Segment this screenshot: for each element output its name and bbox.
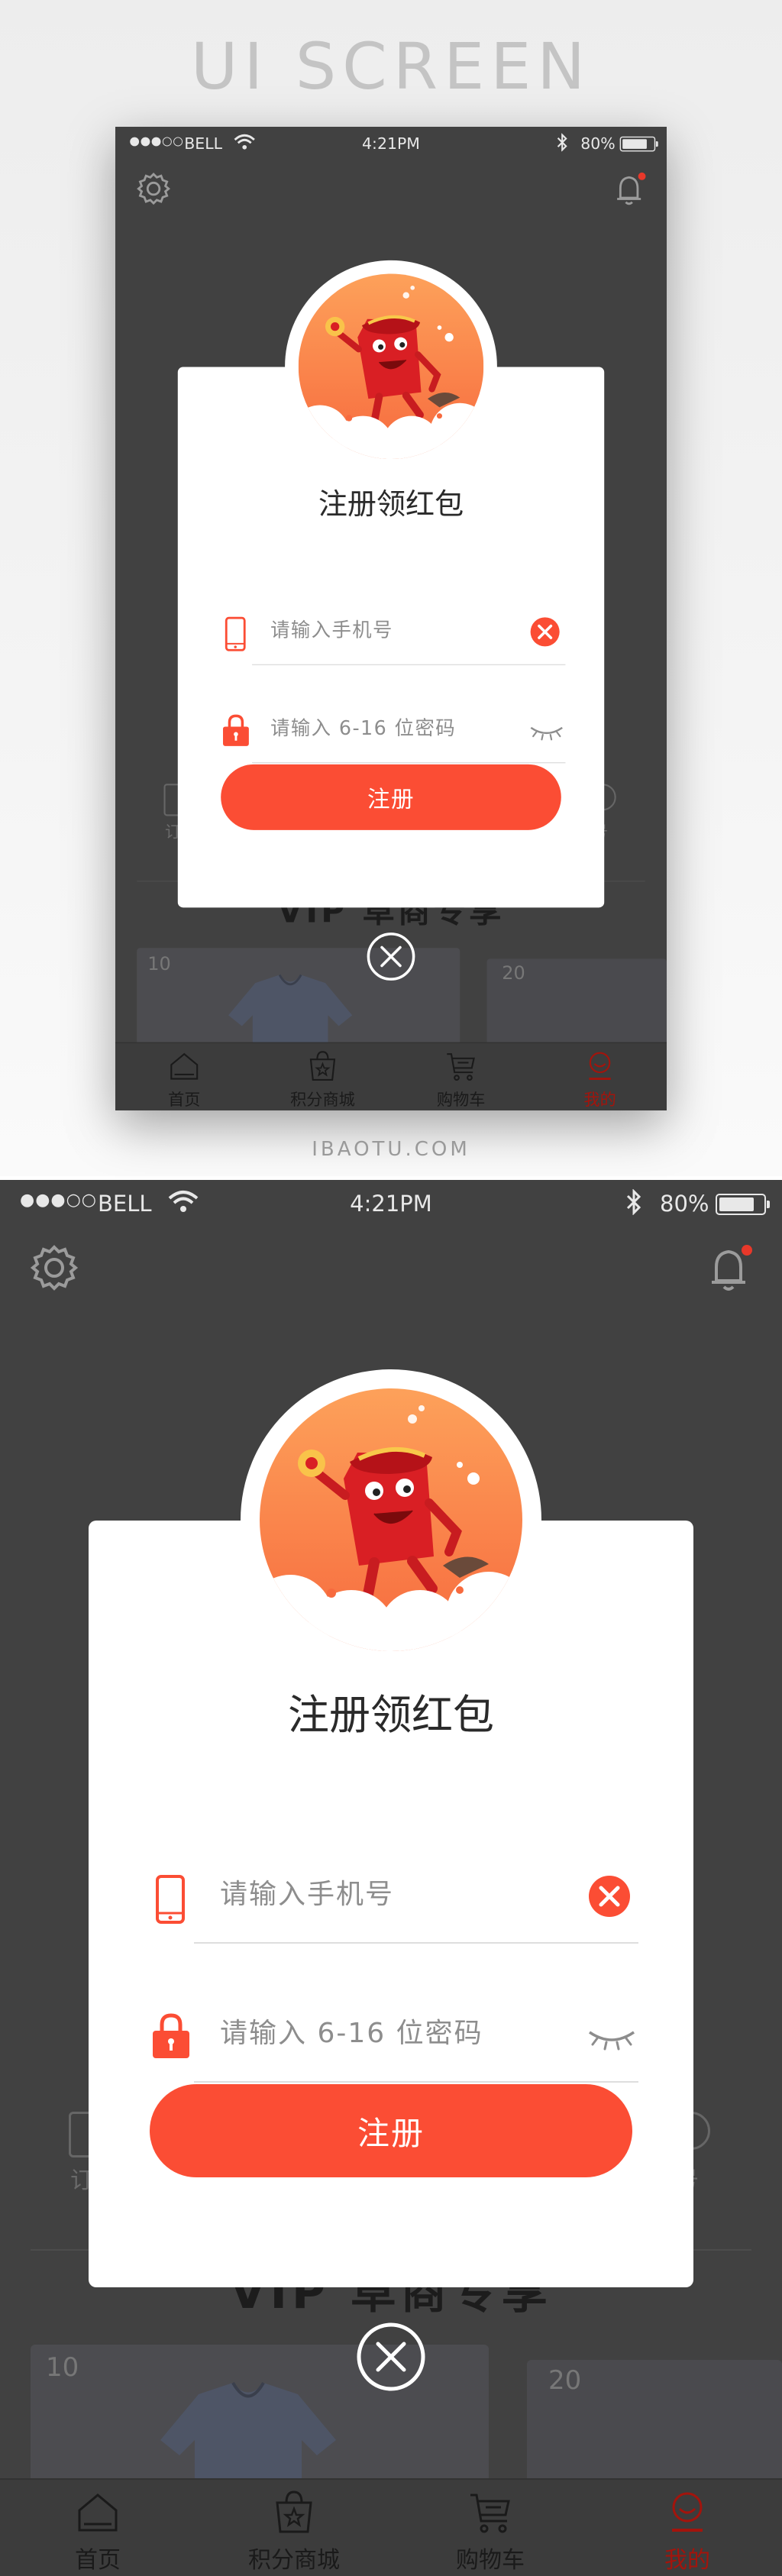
bell-icon bbox=[712, 1245, 752, 1291]
dialog-title: 注册领红包 bbox=[318, 486, 464, 522]
tab-home-label: 首页 bbox=[75, 2547, 121, 2574]
bluetooth-icon bbox=[556, 133, 569, 155]
app-screen-preview: ●●●○○ BELL 4:21PM 80% 订 VIP 草商专享 10 20 首… bbox=[115, 127, 667, 1110]
close-circle-icon[interactable] bbox=[355, 2321, 427, 2393]
phone-field-underline bbox=[194, 1942, 638, 1944]
status-bar: ●●●○○ BELL 4:21PM 80% bbox=[115, 127, 667, 159]
register-button[interactable]: 注册 bbox=[150, 2084, 632, 2177]
phone-field-underline bbox=[252, 664, 566, 666]
presentation-area: UI SCREEN ●●●○○ BELL 4:21PM 80% 订 VIP 草商… bbox=[0, 0, 782, 1176]
tab-home: 首页 bbox=[120, 1043, 249, 1110]
tab-bar: 首页 积分商城 购物车 我的 bbox=[115, 1042, 667, 1110]
phone-input bbox=[270, 616, 497, 644]
settings-button[interactable] bbox=[27, 1241, 81, 1294]
battery-percent: 80% bbox=[580, 134, 616, 153]
notification-dot bbox=[742, 1245, 752, 1256]
gear-icon bbox=[137, 173, 171, 205]
tab-cart-label: 购物车 bbox=[436, 1091, 486, 1110]
detail-area: ●●●○○ BELL 4:21PM 80% 订 VIP 草商专享 10 20 首… bbox=[0, 1180, 782, 2576]
register-button: 注册 bbox=[221, 764, 561, 830]
tab-cart-label: 购物车 bbox=[456, 2547, 525, 2574]
password-field bbox=[221, 693, 566, 764]
phone-icon bbox=[156, 1875, 185, 1924]
gear-icon bbox=[30, 1245, 79, 1291]
tab-home[interactable]: 首页 bbox=[6, 2480, 189, 2576]
profile-icon bbox=[589, 1052, 611, 1080]
home-icon bbox=[78, 2494, 118, 2532]
bluetooth-icon bbox=[625, 1188, 643, 1220]
phone-icon bbox=[225, 616, 246, 651]
phone-input[interactable] bbox=[220, 1875, 541, 1913]
phone-field bbox=[150, 1844, 638, 1944]
lock-icon bbox=[223, 714, 249, 746]
shop-bag-icon bbox=[276, 2490, 312, 2533]
mockup-screen: ●●●○○ BELL 4:21PM 80% 订 VIP 草商专享 10 20 首… bbox=[115, 127, 667, 1110]
password-field-underline bbox=[194, 2081, 638, 2083]
battery-percent: 80% bbox=[660, 1191, 709, 1217]
tab-points-mall-label: 积分商城 bbox=[290, 1091, 355, 1110]
site-watermark: IBAOTU.COM bbox=[312, 1138, 470, 1161]
home-icon bbox=[170, 1052, 199, 1080]
cart-icon bbox=[470, 2494, 510, 2533]
eye-closed-icon[interactable] bbox=[585, 2014, 638, 2060]
background-card-number: 10 bbox=[147, 953, 171, 975]
background-card-number-2: 20 bbox=[502, 962, 525, 984]
shop-bag-icon bbox=[309, 1051, 336, 1081]
red-envelope-mascot bbox=[260, 1388, 522, 1651]
password-input[interactable] bbox=[220, 2014, 541, 2052]
bell-icon bbox=[617, 172, 646, 205]
background-card-number: 10 bbox=[46, 2352, 79, 2383]
tab-cart: 购物车 bbox=[396, 1043, 525, 1110]
settings-button bbox=[134, 170, 172, 207]
clear-icon[interactable] bbox=[586, 1873, 632, 1919]
presentation-headline: UI SCREEN bbox=[190, 29, 592, 104]
password-field-underline bbox=[252, 761, 566, 764]
tab-points-mall[interactable]: 积分商城 bbox=[202, 2480, 386, 2576]
tab-profile[interactable]: 我的 bbox=[596, 2480, 779, 2576]
password-field bbox=[150, 1983, 638, 2083]
red-envelope-mascot bbox=[298, 273, 484, 460]
battery-icon bbox=[619, 136, 658, 152]
eye-closed-icon bbox=[530, 726, 563, 741]
tab-profile: 我的 bbox=[535, 1043, 664, 1110]
profile-icon bbox=[672, 2492, 703, 2532]
tab-profile-label: 我的 bbox=[583, 1091, 616, 1110]
tab-bar: 首页 积分商城 购物车 我的 bbox=[0, 2478, 782, 2576]
battery-level bbox=[719, 1198, 754, 1211]
notification-button[interactable] bbox=[703, 1241, 758, 1296]
status-bar: ●●●○○ BELL 4:21PM 80% bbox=[0, 1180, 782, 1226]
tab-points-mall: 积分商城 bbox=[258, 1043, 387, 1110]
notification-button bbox=[611, 170, 650, 208]
lock-icon bbox=[153, 2013, 189, 2058]
cart-icon bbox=[447, 1053, 475, 1081]
tab-points-mall-label: 积分商城 bbox=[248, 2547, 340, 2574]
app-screen: ●●●○○ BELL 4:21PM 80% 订 VIP 草商专享 10 20 首… bbox=[0, 1180, 782, 2576]
password-input bbox=[270, 714, 497, 742]
phone-mockup: ●●●○○ BELL 4:21PM 80% 订 VIP 草商专享 10 20 首… bbox=[115, 127, 667, 1110]
dialog-title: 注册领红包 bbox=[288, 1691, 494, 1739]
tab-home-label: 首页 bbox=[168, 1091, 201, 1110]
background-card-number-2: 20 bbox=[548, 2365, 582, 2396]
clear-icon bbox=[530, 617, 560, 647]
battery-icon bbox=[716, 1194, 770, 1215]
battery-level bbox=[622, 139, 647, 149]
notification-dot bbox=[638, 172, 646, 180]
close-circle-icon bbox=[367, 932, 415, 981]
tab-profile-label: 我的 bbox=[664, 2547, 710, 2574]
tab-cart[interactable]: 购物车 bbox=[399, 2480, 582, 2576]
phone-field bbox=[221, 595, 566, 666]
